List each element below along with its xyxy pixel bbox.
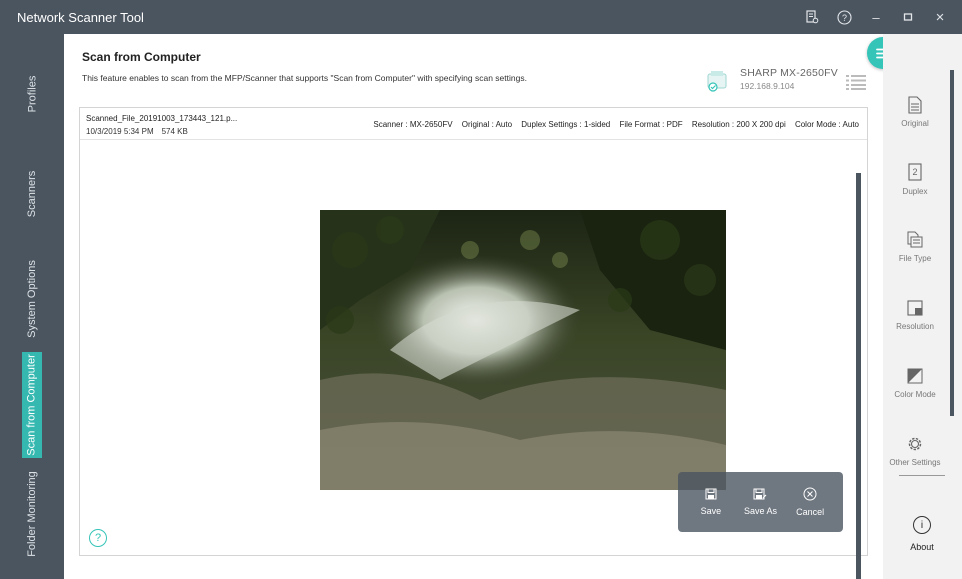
setting-scanner: Scanner : MX-2650FV — [373, 120, 453, 129]
save-label: Save — [700, 506, 722, 516]
svg-text:2: 2 — [912, 167, 917, 177]
setting-resolution-button[interactable]: Resolution — [883, 299, 947, 331]
setting-duplex-button[interactable]: 2 Duplex — [883, 162, 947, 196]
save-as-button[interactable]: Save As — [736, 488, 784, 516]
preview-scrollbar[interactable] — [856, 173, 861, 579]
original-icon — [908, 96, 922, 114]
nav-item-label: Scanners — [25, 170, 38, 218]
settings-scrollbar[interactable] — [950, 70, 954, 416]
report-icon[interactable] — [796, 0, 828, 34]
save-as-icon — [753, 488, 767, 500]
nav-item-scanners[interactable]: Scanners — [0, 164, 64, 224]
nav-item-folder-monitoring[interactable]: Folder Monitoring — [0, 464, 64, 564]
setting-original-label: Original — [901, 119, 929, 128]
scanned-image-preview — [320, 210, 728, 492]
about-label: About — [910, 542, 934, 552]
file-meta: 10/3/2019 5:34 PM 574 KB — [86, 127, 188, 136]
nav-item-label: System Options — [26, 260, 39, 338]
about-button[interactable]: i About — [883, 516, 961, 552]
page-description: This feature enables to scan from the MF… — [82, 73, 527, 83]
scan-settings-summary: Scanner : MX-2650FV Original : Auto Dupl… — [366, 120, 859, 129]
file-name: Scanned_File_20191003_173443_121.p... — [86, 114, 238, 123]
setting-color-mode: Color Mode : Auto — [794, 120, 859, 129]
action-toolbar: Save Save As Cancel — [678, 472, 843, 532]
left-nav: Profiles Scanners System Options Scan fr… — [0, 34, 64, 579]
setting-file-type-button[interactable]: File Type — [883, 231, 947, 263]
app-title: Network Scanner Tool — [17, 9, 144, 25]
minimize-icon[interactable]: – — [860, 0, 892, 34]
scanner-name: SHARP MX-2650FV — [740, 67, 838, 79]
help-glyph: ? — [94, 532, 102, 544]
save-button[interactable]: Save — [687, 488, 735, 516]
file-type-icon — [907, 231, 923, 248]
gear-icon — [908, 437, 922, 451]
setting-duplex: Duplex Settings : 1-sided — [521, 120, 611, 129]
title-bar: Network Scanner Tool ? – × — [0, 0, 962, 34]
setting-color-mode-button[interactable]: Color Mode — [883, 367, 947, 399]
setting-original-button[interactable]: Original — [883, 96, 947, 128]
divider — [899, 475, 945, 476]
color-mode-icon — [907, 368, 923, 384]
close-glyph: × — [935, 8, 945, 26]
cancel-label: Cancel — [796, 507, 825, 517]
minimize-glyph: – — [872, 9, 880, 25]
setting-other-label: Other Settings — [889, 458, 941, 467]
setting-resolution-label: Resolution — [896, 322, 934, 331]
save-icon — [705, 488, 717, 500]
scanner-icon — [707, 71, 727, 92]
nav-item-label: Profiles — [26, 75, 38, 113]
duplex-icon: 2 — [908, 163, 922, 181]
save-as-label: Save As — [743, 506, 777, 516]
document-header: Scanned_File_20191003_173443_121.p... 10… — [80, 108, 867, 140]
cancel-button[interactable]: Cancel — [786, 487, 834, 517]
scanner-ip: 192.168.9.104 — [740, 81, 795, 91]
list-icon[interactable] — [846, 74, 866, 95]
info-icon: i — [913, 516, 931, 534]
setting-resolution: Resolution : 200 X 200 dpi — [691, 120, 786, 129]
nav-item-label: Scan from Computer — [26, 354, 39, 456]
nav-item-label: Folder Monitoring — [26, 471, 38, 557]
help-glyph: ? — [841, 13, 846, 23]
setting-file-type-label: File Type — [898, 254, 932, 263]
resolution-icon — [907, 300, 923, 316]
nav-item-scan-from-computer[interactable]: Scan from Computer — [0, 352, 64, 458]
maximize-icon[interactable] — [892, 0, 924, 34]
main-content: Scan from Computer This feature enables … — [64, 34, 899, 579]
help-button[interactable]: ? — [89, 529, 107, 547]
setting-original: Original : Auto — [461, 120, 513, 129]
setting-duplex-label: Duplex — [902, 187, 928, 196]
nav-item-profiles[interactable]: Profiles — [0, 64, 64, 124]
cancel-icon — [803, 487, 817, 501]
close-icon[interactable]: × — [924, 0, 956, 34]
nav-item-system-options[interactable]: System Options — [0, 254, 64, 344]
page-title: Scan from Computer — [82, 50, 201, 64]
setting-color-mode-label: Color Mode — [894, 390, 936, 399]
file-size: 574 KB — [161, 127, 188, 136]
help-icon[interactable]: ? — [828, 0, 860, 34]
setting-file-format: File Format : PDF — [619, 120, 683, 129]
file-date: 10/3/2019 5:34 PM — [86, 127, 154, 136]
right-settings-nav: Original 2 Duplex File Type Resolution C… — [883, 34, 962, 579]
setting-other-button[interactable]: Other Settings — [883, 435, 947, 467]
